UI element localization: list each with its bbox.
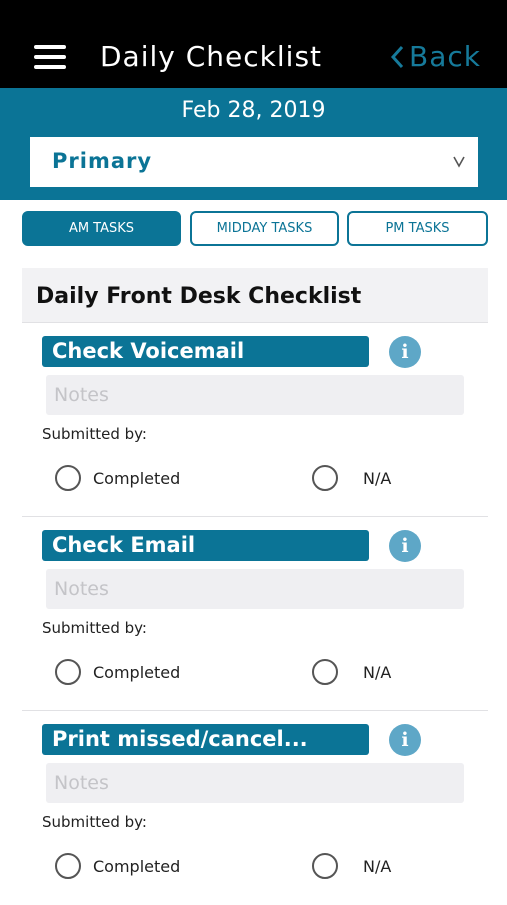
notes-input[interactable] [46, 569, 464, 609]
submitted-by-label: Submitted by: [42, 813, 147, 831]
info-icon[interactable]: i [389, 336, 421, 368]
chevron-down-icon [453, 156, 465, 168]
checklist-header: Daily Front Desk Checklist [22, 268, 488, 323]
tab-pm-tasks[interactable]: PM TASKS [347, 211, 488, 246]
checklist-title: Daily Front Desk Checklist [36, 284, 362, 309]
submitted-by-label: Submitted by: [42, 425, 147, 443]
na-radio[interactable]: N/A [312, 853, 391, 879]
date-bar: Feb 28, 2019 Primary [0, 88, 507, 200]
back-button[interactable]: Back [389, 40, 481, 73]
chevron-left-icon [390, 45, 404, 68]
completed-radio[interactable]: Completed [55, 853, 180, 879]
notes-input[interactable] [46, 375, 464, 415]
task-title: Check Voicemail [42, 336, 369, 367]
page-title: Daily Checklist [100, 40, 323, 73]
radio-circle-icon [55, 465, 81, 491]
tab-am-tasks[interactable]: AM TASKS [22, 211, 181, 246]
radio-circle-icon [312, 465, 338, 491]
location-select-value: Primary [52, 149, 153, 173]
checklist-item: Check Email i Submitted by: Completed N/… [22, 517, 488, 711]
current-date: Feb 28, 2019 [181, 98, 326, 123]
radio-circle-icon [312, 659, 338, 685]
completed-label: Completed [93, 662, 181, 682]
radio-circle-icon [55, 659, 81, 685]
hamburger-menu-icon[interactable] [34, 45, 66, 69]
top-nav-bar: Daily Checklist Back [0, 0, 507, 88]
completed-radio[interactable]: Completed [55, 659, 180, 685]
checklist-item: Check Voicemail i Submitted by: Complete… [22, 323, 488, 517]
radio-circle-icon [55, 853, 81, 879]
na-label: N/A [363, 662, 392, 682]
na-label: N/A [363, 468, 392, 488]
tab-midday-tasks[interactable]: MIDDAY TASKS [190, 211, 339, 246]
completed-label: Completed [93, 856, 181, 876]
notes-input[interactable] [46, 763, 464, 803]
checklist-item: Print missed/cancel... i Submitted by: C… [22, 711, 488, 905]
back-label: Back [409, 40, 481, 73]
info-icon[interactable]: i [389, 724, 421, 756]
na-label: N/A [363, 856, 392, 876]
task-title: Check Email [42, 530, 369, 561]
info-icon[interactable]: i [389, 530, 421, 562]
task-tabs: AM TASKS MIDDAY TASKS PM TASKS [22, 211, 488, 246]
completed-radio[interactable]: Completed [55, 465, 180, 491]
location-select[interactable]: Primary [30, 137, 478, 187]
task-title: Print missed/cancel... [42, 724, 369, 755]
na-radio[interactable]: N/A [312, 465, 391, 491]
submitted-by-label: Submitted by: [42, 619, 147, 637]
completed-label: Completed [93, 468, 181, 488]
checklist-card: Daily Front Desk Checklist Check Voicema… [22, 268, 488, 900]
radio-circle-icon [312, 853, 338, 879]
na-radio[interactable]: N/A [312, 659, 391, 685]
